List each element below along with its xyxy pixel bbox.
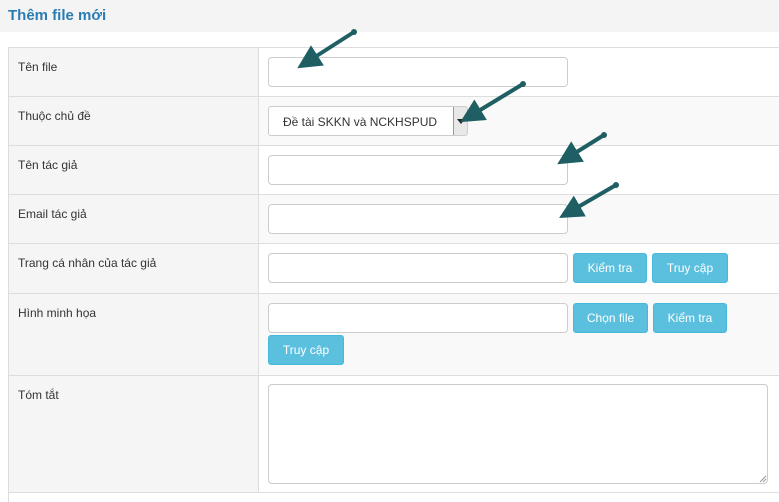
illustration-visit-button[interactable]: Truy cập [268,335,344,365]
author-name-label: Tên tác giả [18,158,78,172]
label-cell: Tóm tắt [9,376,259,492]
label-cell: Tên tác giả [9,146,259,194]
illustration-label: Hình minh họa [18,306,97,320]
resize-grip-icon[interactable] [759,475,767,483]
illustration-input[interactable] [268,303,568,333]
label-cell: Hình minh họa [9,294,259,375]
author-name-input[interactable] [268,155,568,185]
page-title: Thêm file mới [8,7,107,24]
page-header: Thêm file mới [0,0,779,32]
label-cell: Thuộc chủ đề [9,97,259,145]
author-page-visit-button[interactable]: Truy cập [652,253,728,283]
author-page-label: Trang cá nhân của tác giả [18,256,157,270]
file-name-label: Tên file [18,60,58,74]
value-cell: Đề tài SKKN và NCKHSPUD [259,97,779,145]
topic-label: Thuộc chủ đề [18,109,91,123]
summary-label: Tóm tắt [18,388,59,402]
value-cell [259,146,779,194]
topic-selected-value: Đề tài SKKN và NCKHSPUD [283,115,438,129]
author-email-input[interactable] [268,204,568,234]
summary-textarea[interactable] [268,384,768,484]
caret-down-icon [457,119,465,124]
author-email-label: Email tác giả [18,207,87,221]
form-row-file-name: Tên file [9,48,779,97]
value-cell [259,195,779,243]
value-cell: Kiểm tra Truy cập [259,244,779,293]
form-row-illustration: Hình minh họa Chọn file Kiểm tra Truy cậ… [9,294,779,376]
author-page-input[interactable] [268,253,568,283]
file-name-input[interactable] [268,57,568,87]
choose-file-button[interactable]: Chọn file [573,303,648,333]
value-cell: Chọn file Kiểm tra Truy cập [259,294,779,375]
dropdown-button[interactable] [453,107,467,135]
label-cell: Tên file [9,48,259,96]
add-file-form: Tên file Thuộc chủ đề Đề tài SKKN và NCK… [8,47,779,502]
form-row-author-email: Email tác giả [9,195,779,244]
illustration-check-button[interactable]: Kiểm tra [653,303,727,333]
form-row-author-name: Tên tác giả [9,146,779,195]
label-cell: Email tác giả [9,195,259,243]
label-cell: Trang cá nhân của tác giả [9,244,259,293]
value-cell [259,48,779,96]
form-row-topic: Thuộc chủ đề Đề tài SKKN và NCKHSPUD [9,97,779,146]
value-cell [259,376,779,492]
topic-select[interactable]: Đề tài SKKN và NCKHSPUD [268,106,468,136]
form-row-author-page: Trang cá nhân của tác giả Kiểm tra Truy … [9,244,779,294]
author-page-check-button[interactable]: Kiểm tra [573,253,647,283]
form-row-summary: Tóm tắt [9,376,779,493]
